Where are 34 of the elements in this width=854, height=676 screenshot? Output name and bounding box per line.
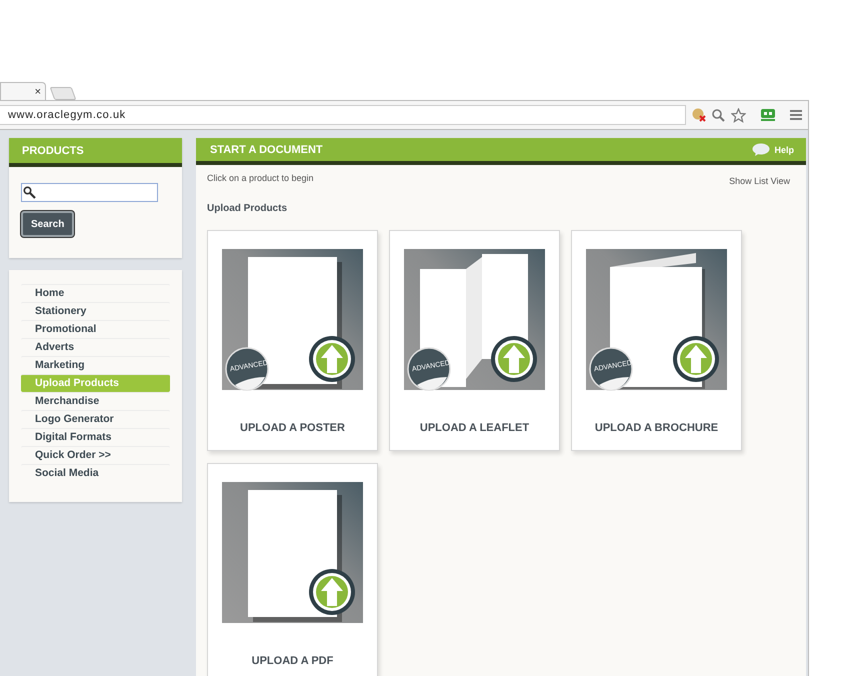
nav-item[interactable]: Promotional <box>21 320 170 338</box>
nav-item[interactable]: Digital Formats <box>21 428 170 446</box>
close-tab-button[interactable]: × <box>34 86 41 98</box>
nav-item[interactable]: Social Media <box>21 464 170 482</box>
search-icon <box>23 186 36 199</box>
nav-item[interactable]: Adverts <box>21 338 170 356</box>
speech-bubble-icon <box>752 143 770 156</box>
panel-title: PRODUCTS <box>9 138 182 167</box>
search-field[interactable] <box>21 183 158 202</box>
zoom-icon[interactable] <box>712 108 725 122</box>
sticker-drawing <box>225 347 269 391</box>
nav-item[interactable]: Quick Order >> <box>21 446 170 464</box>
browser-tab[interactable]: × <box>0 82 46 100</box>
product-label[interactable]: UPLOAD A PDF <box>208 655 377 667</box>
panel-title: START A DOCUMENT <box>210 144 323 156</box>
search-button[interactable]: Search <box>21 211 74 237</box>
star-icon[interactable] <box>731 108 746 122</box>
product-label[interactable]: UPLOAD A POSTER <box>208 422 377 434</box>
section-heading: Upload Products <box>206 202 288 214</box>
nav-item[interactable]: Stationery <box>21 302 170 320</box>
sticker-drawing <box>407 347 451 391</box>
address-bar[interactable]: www.oraclegym.co.uk <box>0 105 686 125</box>
product-label[interactable]: UPLOAD A BROCHURE <box>572 422 741 434</box>
extension-icon[interactable] <box>760 108 776 122</box>
instruction-text: Click on a product to begin <box>207 173 314 185</box>
product-label[interactable]: UPLOAD A LEAFLET <box>390 422 559 434</box>
show-list-view-link[interactable]: Show List View <box>729 176 790 186</box>
product-card[interactable]: UPLOAD A PDF <box>207 463 378 676</box>
sticker-drawing <box>589 347 633 391</box>
nav-item[interactable]: Logo Generator <box>21 410 170 428</box>
cookie-blocked-icon[interactable] <box>692 108 706 122</box>
menu-icon[interactable] <box>790 109 802 121</box>
nav-item[interactable]: Merchandise <box>21 392 170 410</box>
nav-item[interactable]: Home <box>21 284 170 302</box>
